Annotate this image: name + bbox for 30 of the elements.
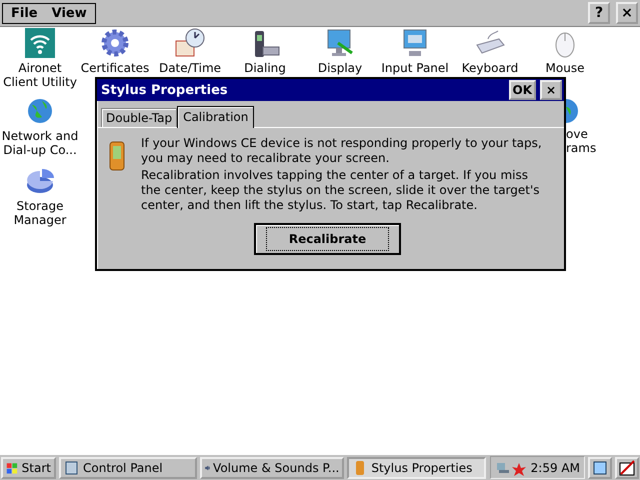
close-button[interactable]: × xyxy=(540,80,562,100)
clock-time: 2:59 AM xyxy=(530,460,580,474)
menu-item[interactable]: View xyxy=(52,6,87,20)
gear-icon[interactable] xyxy=(99,27,131,59)
control-panel-icon xyxy=(64,460,80,476)
title-button[interactable]: ? xyxy=(588,2,610,24)
tab[interactable]: Double-Tap xyxy=(101,108,178,127)
wifi-icon[interactable] xyxy=(24,27,56,59)
instruction-text: Recalibration involves tapping the center of a target. If you miss the center, keep the stylus on the screen, slide it over the target's center, and then lift the stylus. To start, tap Recalibrate. xyxy=(141,168,541,213)
icon-label[interactable]: Storage Manager xyxy=(0,199,80,227)
handheld-device-icon xyxy=(107,140,127,172)
keyboard-toggle-button[interactable] xyxy=(614,456,639,478)
window-title: Stylus Properties xyxy=(101,82,229,98)
taskbar-button[interactable]: Stylus Properties xyxy=(347,456,486,478)
taskbar-button[interactable]: Control Panel xyxy=(59,456,198,478)
clock-icon[interactable] xyxy=(174,27,206,59)
title-button[interactable]: × xyxy=(616,2,638,24)
desktop-icon xyxy=(592,460,608,476)
icon-label[interactable]: rams xyxy=(566,141,596,155)
start-button[interactable]: Start xyxy=(1,456,56,478)
icon-label[interactable]: Network and Dial-up Co... xyxy=(0,129,80,157)
icon-label[interactable]: ove xyxy=(566,127,588,141)
recalibrate-button[interactable]: Recalibrate xyxy=(254,223,401,255)
pen-icon xyxy=(618,460,635,476)
instruction-text: If your Windows CE device is not responding properly to your taps, you may need to recalibrate your screen. xyxy=(141,136,543,166)
desktop-button[interactable] xyxy=(588,456,612,478)
tab[interactable]: Calibration xyxy=(177,106,254,128)
menu-item[interactable]: File xyxy=(11,6,38,20)
taskbar-button[interactable]: Volume & Sounds P... xyxy=(200,456,344,478)
ok-button[interactable]: OK xyxy=(508,80,536,100)
